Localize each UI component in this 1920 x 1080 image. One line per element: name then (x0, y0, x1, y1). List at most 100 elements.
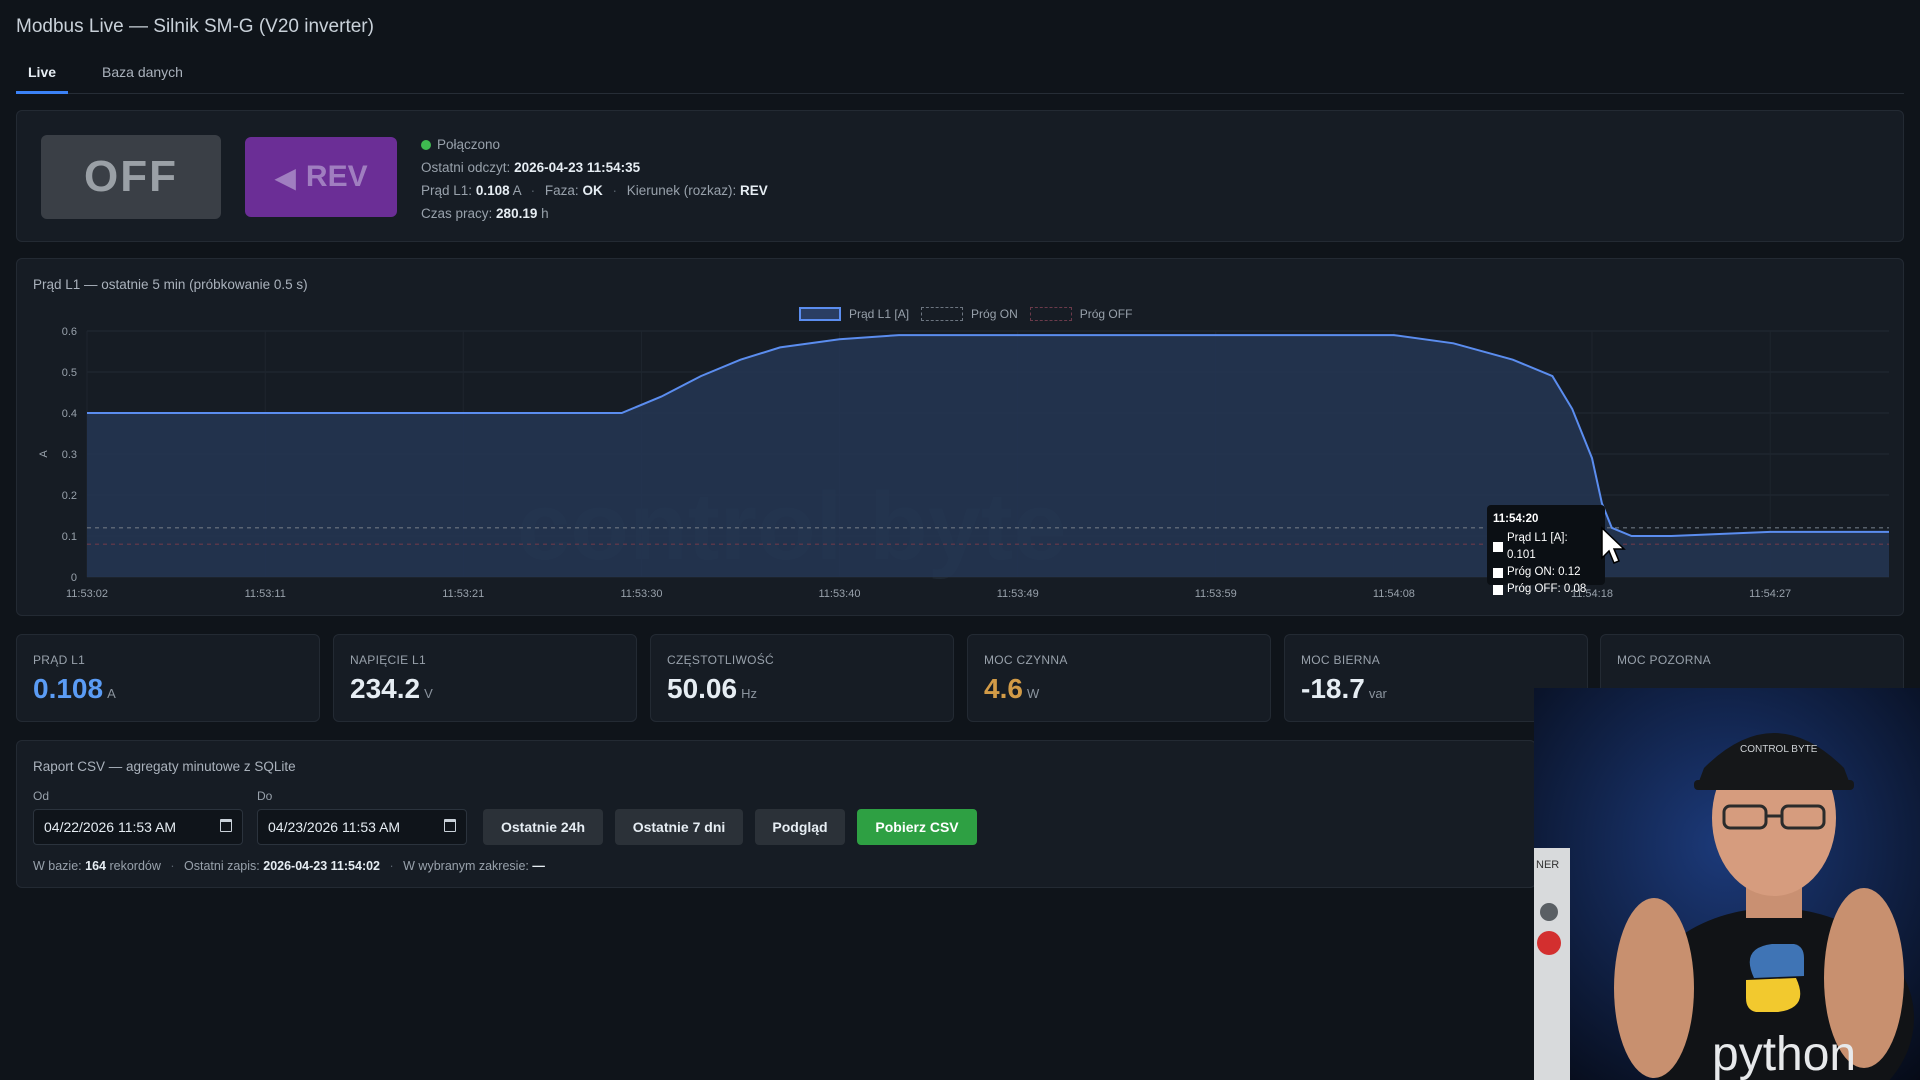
range-value: — (532, 859, 545, 873)
to-date-input[interactable]: 04/23/2026 11:53 AM (257, 809, 467, 845)
separator: · (530, 183, 536, 198)
y-tick-label: 0.3 (62, 449, 77, 461)
metric-card-voltage: NAPIĘCIE L1 234.2 V (333, 634, 637, 722)
metric-label: MOC POZORNA (1617, 653, 1711, 667)
from-label: Od (33, 789, 50, 803)
legend-item-threshold-off[interactable]: Próg OFF (1029, 307, 1133, 321)
last-24h-button[interactable]: Ostatnie 24h (483, 809, 603, 845)
x-tick-label: 11:53:30 (620, 588, 662, 600)
legend-item-current[interactable]: Prąd L1 [A] (799, 307, 909, 321)
download-csv-button[interactable]: Pobierz CSV (857, 809, 977, 845)
current-unit: A (512, 183, 521, 198)
metric-unit: Hz (741, 686, 757, 701)
calendar-icon[interactable] (220, 819, 232, 832)
y-axis-label: A (38, 450, 50, 458)
chart-title: Prąd L1 — ostatnie 5 min (próbkowanie 0.… (33, 277, 308, 292)
device-knob (1540, 903, 1558, 921)
metric-label: MOC CZYNNA (984, 653, 1068, 667)
last-save-value: 2026-04-23 11:54:02 (263, 859, 381, 873)
current-label: Prąd L1: (421, 183, 473, 198)
metric-unit: var (1368, 686, 1387, 701)
tooltip-swatch (1493, 584, 1503, 595)
legend-swatch (799, 307, 841, 321)
y-tick-label: 0.6 (62, 326, 77, 338)
off-button[interactable]: OFF (41, 135, 221, 219)
metric-number: 0.108 (33, 673, 104, 704)
current-line: Prąd L1: 0.108 A · Faza: OK · Kierunek (… (421, 179, 768, 202)
x-tick-label: 11:54:27 (1749, 588, 1791, 600)
control-panel: OFF ◀ REV Połączono Ostatni odczyt: 2026… (16, 110, 1904, 242)
db-count-suffix: rekordów (109, 859, 161, 873)
tooltip-time: 11:54:20 (1493, 513, 1539, 525)
status-block: Połączono Ostatni odczyt: 2026-04-23 11:… (421, 133, 768, 225)
last-read-label: Ostatni odczyt: (421, 160, 511, 175)
preview-button[interactable]: Podgląd (755, 809, 845, 845)
direction-label: Kierunek (rozkaz): (626, 183, 737, 198)
report-footer: W bazie: 164 rekordów · Ostatni zapis: 2… (33, 859, 545, 873)
webcam-overlay: NER CONTROL BYTE python (1534, 688, 1920, 1080)
report-panel: Raport CSV — agregaty minutowe z SQLite … (16, 740, 1536, 888)
off-button-label: OFF (84, 152, 178, 201)
separator: · (389, 859, 394, 873)
separator: · (612, 183, 617, 198)
y-tick-label: 0.1 (62, 531, 77, 543)
reverse-button[interactable]: ◀ REV (245, 137, 397, 217)
db-count-value: 164 (85, 859, 106, 873)
last-7-days-button[interactable]: Ostatnie 7 dni (615, 809, 743, 845)
report-title: Raport CSV — agregaty minutowe z SQLite (33, 759, 296, 774)
runtime-label: Czas pracy: (421, 206, 493, 221)
legend-label: Próg OFF (1079, 307, 1133, 321)
metric-label: CZĘSTOTLIWOŚĆ (667, 653, 775, 667)
metric-value: 234.2 V (350, 673, 433, 705)
x-tick-label: 11:53:40 (818, 588, 860, 600)
status-dot-icon (421, 140, 431, 150)
metric-number: -18.7 (1301, 673, 1365, 704)
metric-value: 50.06 Hz (667, 673, 757, 705)
runtime-value: 280.19 (496, 206, 538, 221)
metric-value: -18.7 var (1301, 673, 1387, 705)
legend-label: Prąd L1 [A] (849, 307, 910, 321)
to-date-value: 04/23/2026 11:53 AM (268, 819, 401, 835)
legend-swatch (921, 307, 964, 321)
last-read-value: 2026-04-23 11:54:35 (514, 160, 641, 175)
metric-unit: A (107, 686, 116, 701)
cap-logo-text: CONTROL BYTE (1740, 744, 1818, 755)
from-date-value: 04/22/2026 11:53 AM (44, 819, 177, 835)
metric-label: PRĄD L1 (33, 653, 86, 667)
db-count-label: W bazie: (33, 859, 82, 873)
chart-tooltip: 11:54:20 Prąd L1 [A]: 0.101 Próg ON: 0.1… (1487, 505, 1605, 595)
legend-swatch (1029, 307, 1072, 321)
calendar-icon[interactable] (444, 819, 456, 832)
metric-unit: W (1026, 686, 1040, 701)
presenter-video: NER CONTROL BYTE python (1534, 688, 1920, 1080)
y-tick-label: 0.4 (62, 408, 77, 420)
range-label: W wybranym zakresie: (403, 859, 529, 873)
x-tick-label: 11:53:59 (1195, 588, 1237, 600)
metric-value: 0.108 A (33, 673, 116, 705)
presenter-arm-left (1614, 898, 1694, 1078)
x-tick-label: 11:53:21 (442, 588, 484, 600)
python-logo-yellow (1746, 978, 1801, 1012)
tooltip-row: Prąd L1 [A]: 0.101 (1493, 530, 1599, 564)
x-tick-label: 11:53:49 (997, 588, 1039, 600)
metric-number: 50.06 (667, 673, 738, 704)
tooltip-row-text: Próg ON: 0.12 (1507, 566, 1581, 578)
connection-status: Połączono (421, 133, 768, 156)
y-tick-label: 0.2 (62, 490, 77, 502)
runtime-line: Czas pracy: 280.19 h (421, 202, 768, 225)
tab-database[interactable]: Baza danych (90, 58, 195, 94)
tab-live[interactable]: Live (16, 58, 69, 94)
mouse-cursor-icon (1601, 526, 1626, 564)
legend-item-threshold-on[interactable]: Próg ON (921, 307, 1018, 321)
to-label: Do (257, 789, 273, 803)
tooltip-swatch (1493, 542, 1503, 552)
tooltip-swatch (1493, 567, 1503, 578)
control-panel-device (1534, 848, 1570, 1080)
shirt-text: python (1712, 1028, 1856, 1080)
metric-value: 4.6 W (984, 673, 1039, 705)
metric-unit: V (424, 686, 433, 701)
legend-label: Próg ON (971, 307, 1018, 321)
tab-bar: Live Baza danych (16, 58, 1904, 94)
from-date-input[interactable]: 04/22/2026 11:53 AM (33, 809, 243, 845)
phase-value: OK (582, 183, 603, 198)
